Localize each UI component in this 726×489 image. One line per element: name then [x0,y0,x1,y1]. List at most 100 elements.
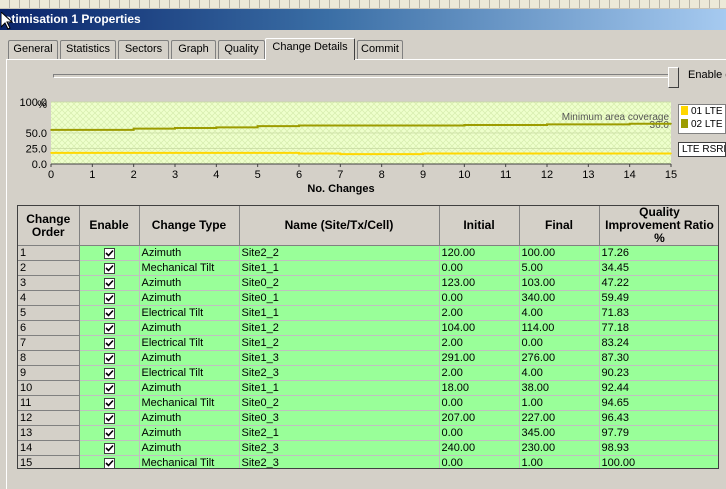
table-row[interactable]: 6 Azimuth Site1_2 104.00 114.00 77.18 [18,320,718,336]
final-cell[interactable]: 103.00 [519,275,600,291]
final-cell[interactable]: 340.00 [519,290,600,306]
enable-cell[interactable] [79,275,140,291]
name-cell[interactable]: Site0_2 [239,395,440,411]
initial-cell[interactable]: 0.00 [439,425,520,441]
quality-ratio-cell[interactable]: 100.00 [599,455,718,468]
enable-cell[interactable] [79,395,140,411]
final-cell[interactable]: 4.00 [519,365,600,381]
enable-cell[interactable] [79,260,140,276]
enable-checkbox[interactable] [103,442,115,454]
quality-ratio-cell[interactable]: 17.26 [599,245,718,261]
initial-cell[interactable]: 104.00 [439,320,520,336]
table-row[interactable]: 8 Azimuth Site1_3 291.00 276.00 87.30 [18,350,718,366]
quality-ratio-cell[interactable]: 87.30 [599,350,718,366]
name-cell[interactable]: Site2_3 [239,455,440,468]
table-row[interactable]: 3 Azimuth Site0_2 123.00 103.00 47.22 [18,275,718,291]
table-row[interactable]: 13 Azimuth Site2_1 0.00 345.00 97.79 [18,425,718,441]
quality-ratio-cell[interactable]: 83.24 [599,335,718,351]
change-type-cell[interactable]: Mechanical Tilt [139,395,240,411]
final-cell[interactable]: 114.00 [519,320,600,336]
change-type-cell[interactable]: Mechanical Tilt [139,260,240,276]
enable-cell[interactable] [79,305,140,321]
change-slider-track[interactable] [53,74,677,78]
enable-checkbox[interactable] [103,352,115,364]
enable-cell[interactable] [79,290,140,306]
initial-cell[interactable]: 2.00 [439,365,520,381]
table-row[interactable]: 9 Electrical Tilt Site2_3 2.00 4.00 90.23 [18,365,718,381]
quality-ratio-cell[interactable]: 90.23 [599,365,718,381]
final-cell[interactable]: 100.00 [519,245,600,261]
final-cell[interactable]: 227.00 [519,410,600,426]
name-cell[interactable]: Site0_1 [239,290,440,306]
change-type-cell[interactable]: Azimuth [139,320,240,336]
table-row[interactable]: 14 Azimuth Site2_3 240.00 230.00 98.93 [18,440,718,456]
quality-ratio-cell[interactable]: 97.79 [599,425,718,441]
header-change-order[interactable]: Change Order [18,206,80,246]
change-type-cell[interactable]: Electrical Tilt [139,305,240,321]
change-type-cell[interactable]: Electrical Tilt [139,365,240,381]
table-row[interactable]: 2 Mechanical Tilt Site1_1 0.00 5.00 34.45 [18,260,718,276]
enable-checkbox[interactable] [103,292,115,304]
header-change-type[interactable]: Change Type [139,206,240,246]
name-cell[interactable]: Site1_1 [239,260,440,276]
change-type-cell[interactable]: Azimuth [139,425,240,441]
name-cell[interactable]: Site0_2 [239,275,440,291]
enable-cell[interactable] [79,410,140,426]
initial-cell[interactable]: 120.00 [439,245,520,261]
quality-ratio-cell[interactable]: 77.18 [599,320,718,336]
enable-checkbox[interactable] [103,307,115,319]
enable-cell[interactable] [79,380,140,396]
enable-checkbox[interactable] [103,427,115,439]
change-type-cell[interactable]: Azimuth [139,275,240,291]
quality-ratio-cell[interactable]: 47.22 [599,275,718,291]
name-cell[interactable]: Site2_2 [239,245,440,261]
change-type-cell[interactable]: Mechanical Tilt [139,455,240,468]
table-row[interactable]: 10 Azimuth Site1_1 18.00 38.00 92.44 [18,380,718,396]
initial-cell[interactable]: 291.00 [439,350,520,366]
quality-ratio-cell[interactable]: 59.49 [599,290,718,306]
initial-cell[interactable]: 207.00 [439,410,520,426]
quality-ratio-cell[interactable]: 92.44 [599,380,718,396]
enable-checkbox[interactable] [103,382,115,394]
final-cell[interactable]: 1.00 [519,455,600,468]
name-cell[interactable]: Site1_2 [239,335,440,351]
final-cell[interactable]: 230.00 [519,440,600,456]
enable-cell[interactable] [79,335,140,351]
change-type-cell[interactable]: Azimuth [139,410,240,426]
table-row[interactable]: 5 Electrical Tilt Site1_1 2.00 4.00 71.83 [18,305,718,321]
final-cell[interactable]: 38.00 [519,380,600,396]
header-name[interactable]: Name (Site/Tx/Cell) [239,206,440,246]
enable-checkbox[interactable] [103,412,115,424]
initial-cell[interactable]: 123.00 [439,275,520,291]
name-cell[interactable]: Site1_2 [239,320,440,336]
initial-cell[interactable]: 0.00 [439,260,520,276]
final-cell[interactable]: 4.00 [519,305,600,321]
initial-cell[interactable]: 2.00 [439,335,520,351]
header-quality-ratio[interactable]: Quality Improvement Ratio % [599,206,718,246]
table-row[interactable]: 12 Azimuth Site0_3 207.00 227.00 96.43 [18,410,718,426]
enable-checkbox[interactable] [103,337,115,349]
initial-cell[interactable]: 18.00 [439,380,520,396]
name-cell[interactable]: Site1_1 [239,305,440,321]
enable-checkbox[interactable] [103,247,115,259]
change-type-cell[interactable]: Azimuth [139,245,240,261]
tab-statistics[interactable]: Statistics [60,40,116,59]
enable-cell[interactable] [79,245,140,261]
enable-cell[interactable] [79,455,140,468]
tab-sectors[interactable]: Sectors [118,40,169,59]
initial-cell[interactable]: 240.00 [439,440,520,456]
change-type-cell[interactable]: Azimuth [139,380,240,396]
enable-checkbox[interactable] [103,457,115,468]
initial-cell[interactable]: 0.00 [439,455,520,468]
enable-checkbox[interactable] [103,397,115,409]
header-initial[interactable]: Initial [439,206,520,246]
initial-cell[interactable]: 2.00 [439,305,520,321]
change-type-cell[interactable]: Electrical Tilt [139,335,240,351]
final-cell[interactable]: 345.00 [519,425,600,441]
final-cell[interactable]: 0.00 [519,335,600,351]
tab-quality[interactable]: Quality [218,40,265,59]
table-row[interactable]: 4 Azimuth Site0_1 0.00 340.00 59.49 [18,290,718,306]
quality-ratio-cell[interactable]: 34.45 [599,260,718,276]
tab-commit[interactable]: Commit [357,40,403,59]
enable-checkbox-label[interactable]: Enable c [688,69,726,81]
